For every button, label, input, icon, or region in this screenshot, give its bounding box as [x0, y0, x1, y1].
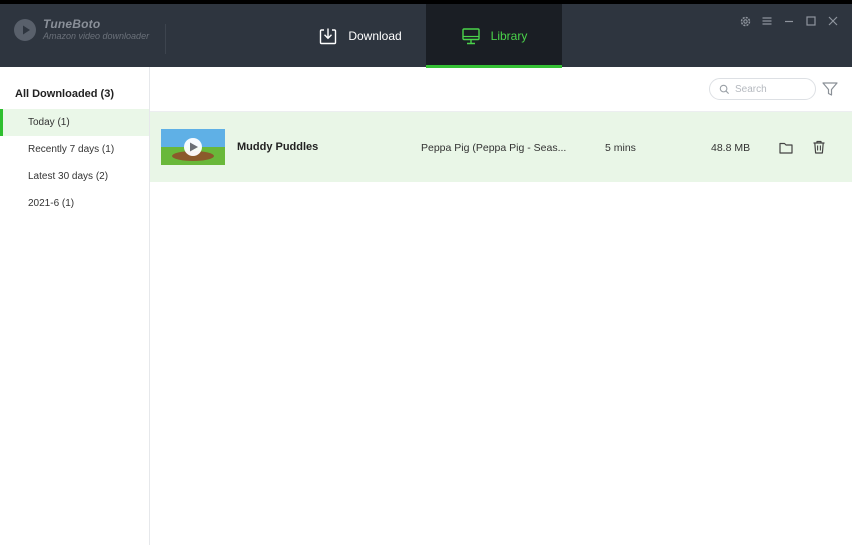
minimize-icon: [785, 20, 793, 23]
search-input[interactable]: [735, 83, 807, 95]
folder-icon: [779, 142, 793, 154]
menu-button[interactable]: [756, 13, 778, 29]
filter-button[interactable]: [821, 80, 839, 98]
tab-download[interactable]: Download: [300, 4, 420, 67]
video-series: Peppa Pig (Peppa Pig - Seas...: [421, 142, 567, 154]
app-logo-icon: [14, 18, 36, 41]
app-subtitle: Amazon video downloader: [43, 31, 150, 41]
app-window: TuneBoto Amazon video downloader Downloa…: [0, 0, 852, 545]
gear-icon: [740, 16, 750, 26]
settings-button[interactable]: [734, 13, 756, 29]
delete-button[interactable]: [811, 139, 827, 155]
monitor-icon: [461, 27, 480, 44]
filter-icon: [822, 82, 838, 96]
search-box: [709, 78, 816, 100]
window-controls: [734, 13, 844, 29]
maximize-icon: [806, 16, 816, 26]
sidebar-item-latest-30-days[interactable]: Latest 30 days (2): [0, 163, 149, 190]
video-duration: 5 mins: [605, 142, 636, 154]
video-file-size: 48.8 MB: [711, 142, 751, 154]
menu-icon: [762, 17, 772, 25]
sidebar: All Downloaded (3) Today (1) Recently 7 …: [0, 67, 150, 545]
sidebar-item-today[interactable]: Today (1): [0, 109, 149, 136]
tab-download-label: Download: [348, 28, 402, 43]
maximize-button[interactable]: [800, 13, 822, 29]
tab-library[interactable]: Library: [426, 4, 562, 68]
minimize-button[interactable]: [778, 13, 800, 29]
brand-divider: [165, 24, 166, 54]
open-folder-button[interactable]: [778, 140, 794, 156]
download-icon: [320, 28, 337, 44]
app-name: TuneBoto: [43, 17, 101, 31]
brand: TuneBoto Amazon video downloader: [14, 18, 149, 41]
tab-library-label: Library: [490, 28, 528, 43]
active-tab-indicator: [426, 65, 562, 68]
table-row[interactable]: Muddy Puddles Peppa Pig (Peppa Pig - Sea…: [150, 112, 852, 182]
sidebar-item-2021-6[interactable]: 2021-6 (1): [0, 190, 149, 217]
close-icon: [828, 16, 838, 26]
video-title: Muddy Puddles: [237, 141, 319, 153]
search-icon: [719, 84, 730, 94]
sidebar-item-recent-7-days[interactable]: Recently 7 days (1): [0, 136, 149, 163]
close-button[interactable]: [822, 13, 844, 29]
sidebar-header-all-downloaded[interactable]: All Downloaded (3): [15, 88, 114, 100]
title-bar: TuneBoto Amazon video downloader Downloa…: [0, 0, 852, 68]
video-thumbnail[interactable]: [161, 129, 225, 165]
trash-icon: [813, 140, 825, 154]
